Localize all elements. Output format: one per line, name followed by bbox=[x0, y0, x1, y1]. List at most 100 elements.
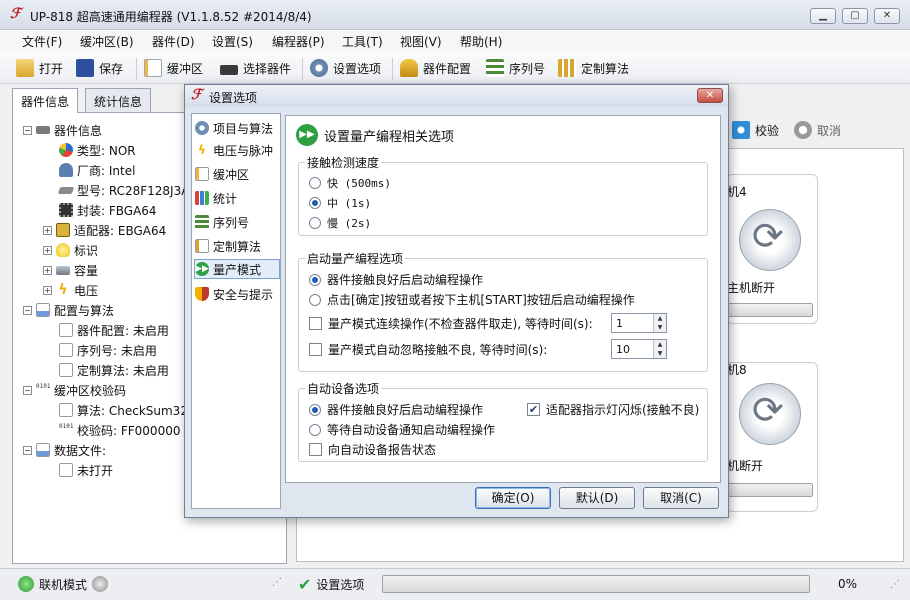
expand-icon[interactable]: + bbox=[43, 245, 52, 255]
custom-algorithm-button[interactable]: 定制算法 bbox=[558, 58, 629, 78]
tree-node-device-config[interactable]: 器件配置: 未启用 bbox=[59, 321, 169, 339]
tree-node-checksum[interactable]: − 0101 缓冲区校验码 bbox=[23, 381, 126, 399]
radio-slow[interactable]: 慢 (2s) bbox=[309, 215, 371, 231]
nav-item-mass-production[interactable]: ▶▶ 量产模式 bbox=[194, 259, 280, 279]
expand-icon[interactable]: + bbox=[43, 265, 52, 275]
default-button[interactable]: 默认(D) bbox=[559, 487, 635, 509]
tree-node-custom-algo[interactable]: 定制算法: 未启用 bbox=[59, 361, 169, 379]
radio-button[interactable] bbox=[309, 177, 321, 189]
nav-item-statistics[interactable]: 统计 bbox=[195, 188, 279, 208]
nav-item-custom-algorithm[interactable]: 定制算法 bbox=[195, 236, 279, 256]
radio-button[interactable] bbox=[309, 423, 321, 436]
document-icon bbox=[59, 363, 73, 377]
resize-grip-icon[interactable]: ⋰ bbox=[272, 577, 282, 588]
tree-node-algorithm[interactable]: 算法: CheckSum32 bbox=[59, 401, 188, 419]
nav-item-voltage-pulse[interactable]: ϟ 电压与脉冲 bbox=[195, 140, 279, 160]
nav-item-serial-number[interactable]: 序列号 bbox=[195, 212, 279, 232]
checkbox-continuous[interactable]: 量产模式连续操作(不检查器件取走), 等待时间(s): bbox=[309, 315, 593, 332]
wait-time-input-2[interactable]: 10 ▲ ▼ bbox=[611, 339, 667, 359]
tree-node-voltage[interactable]: + ϟ 电压 bbox=[43, 281, 98, 299]
spin-arrows[interactable]: ▲ ▼ bbox=[653, 314, 666, 332]
expand-icon[interactable]: + bbox=[43, 285, 52, 295]
tree-node-device-info[interactable]: − 器件信息 bbox=[23, 121, 102, 139]
tree-node-config-algo[interactable]: − 配置与算法 bbox=[23, 301, 114, 319]
tree-node-adapter[interactable]: + 适配器: EBGA64 bbox=[43, 221, 166, 239]
menu-view[interactable]: 视图(V) bbox=[400, 33, 442, 50]
menu-device[interactable]: 器件(D) bbox=[152, 33, 195, 50]
menu-settings[interactable]: 设置(S) bbox=[212, 33, 253, 50]
wait-time-input-1[interactable]: 1 ▲ ▼ bbox=[611, 313, 667, 333]
tree-label: 容量 bbox=[74, 263, 99, 278]
serial-number-button[interactable]: 序列号 bbox=[486, 58, 545, 78]
tree-node-vendor[interactable]: 厂商: Intel bbox=[59, 161, 135, 179]
checkbox-adapter-led-blink[interactable]: ✔ 适配器指示灯闪烁(接触不良) bbox=[527, 401, 699, 418]
spin-arrows[interactable]: ▲ ▼ bbox=[653, 340, 666, 358]
open-button[interactable]: 打开 bbox=[16, 58, 63, 78]
tree-label: 适配器: EBGA64 bbox=[74, 223, 167, 238]
settings-button[interactable]: 设置选项 bbox=[310, 58, 381, 78]
nav-item-security-tips[interactable]: 安全与提示 bbox=[195, 284, 279, 304]
radio-button[interactable] bbox=[309, 293, 321, 306]
menu-help[interactable]: 帮助(H) bbox=[460, 33, 502, 50]
document-icon bbox=[59, 343, 73, 357]
collapse-icon[interactable]: − bbox=[23, 385, 32, 395]
tab-statistics[interactable]: 统计信息 bbox=[85, 88, 152, 112]
menu-buffer[interactable]: 缓冲区(B) bbox=[80, 33, 134, 50]
menu-file[interactable]: 文件(F) bbox=[22, 33, 62, 50]
tree-label: 厂商: Intel bbox=[77, 163, 136, 178]
minimize-button[interactable]: ▁ bbox=[810, 8, 836, 24]
buffer-button[interactable]: 缓冲区 bbox=[144, 58, 203, 78]
ok-button[interactable]: 确定(O) bbox=[475, 487, 551, 509]
maximize-button[interactable]: ▢ bbox=[842, 8, 868, 24]
checkbox[interactable] bbox=[309, 443, 322, 456]
close-button[interactable]: ✕ bbox=[874, 8, 900, 24]
radio-fast[interactable]: 快 (500ms) bbox=[309, 175, 391, 191]
tree-node-package[interactable]: 封装: FBGA64 bbox=[59, 201, 157, 219]
tab-device-info[interactable]: 器件信息 bbox=[12, 88, 79, 113]
tree-node-capacity[interactable]: + 容量 bbox=[43, 261, 98, 279]
tree-label: 配置与算法 bbox=[54, 303, 115, 318]
nav-item-buffer[interactable]: 缓冲区 bbox=[195, 164, 279, 184]
radio-label: 器件接触良好后启动编程操作 bbox=[327, 273, 484, 287]
chip-icon bbox=[57, 186, 75, 194]
checkbox-report-status[interactable]: 向自动设备报告状态 bbox=[309, 441, 436, 458]
device-config-button[interactable]: 器件配置 bbox=[400, 58, 471, 78]
lock-icon bbox=[400, 59, 418, 77]
verify-button[interactable]: 校验 bbox=[732, 120, 779, 140]
resize-grip-icon[interactable]: ⋰ bbox=[890, 579, 900, 590]
nav-item-project-algorithm[interactable]: 项目与算法 bbox=[195, 118, 279, 138]
tree-node-model[interactable]: 型号: RC28F128J3A bbox=[57, 181, 189, 199]
tree-node-type[interactable]: 类型: NOR bbox=[59, 141, 136, 159]
radio-start-on-button[interactable]: 点击[确定]按钮或者按下主机[START]按钮后启动编程操作 bbox=[309, 291, 635, 308]
checkbox[interactable] bbox=[309, 317, 322, 330]
cancel-site-button[interactable]: 取消 bbox=[794, 120, 841, 140]
menu-programmer[interactable]: 编程器(P) bbox=[272, 33, 325, 50]
expand-icon[interactable]: + bbox=[43, 225, 52, 235]
tree-node-serial[interactable]: 序列号: 未启用 bbox=[59, 341, 157, 359]
save-button[interactable]: 保存 bbox=[76, 58, 123, 78]
radio-button[interactable] bbox=[309, 217, 321, 229]
radio-button[interactable] bbox=[309, 197, 321, 209]
tree-node-mark[interactable]: + 标识 bbox=[43, 241, 98, 259]
tree-node-not-open[interactable]: 未打开 bbox=[59, 461, 113, 479]
checkbox[interactable]: ✔ bbox=[527, 403, 540, 416]
collapse-icon[interactable]: − bbox=[23, 125, 32, 135]
radio-button[interactable] bbox=[309, 403, 321, 416]
checkbox[interactable] bbox=[309, 343, 322, 356]
checkbox-label: 量产模式连续操作(不检查器件取走), 等待时间(s): bbox=[328, 317, 593, 331]
collapse-icon[interactable]: − bbox=[23, 305, 32, 315]
radio-medium[interactable]: 中 (1s) bbox=[309, 195, 371, 211]
collapse-icon[interactable]: − bbox=[23, 445, 32, 455]
checkbox-ignore-poor-contact[interactable]: 量产模式自动忽略接触不良, 等待时间(s): bbox=[309, 341, 547, 358]
tree-node-data-file[interactable]: − 数据文件: bbox=[23, 441, 106, 459]
nav-label: 序列号 bbox=[213, 215, 250, 230]
select-device-button[interactable]: 选择器件 bbox=[220, 58, 291, 78]
dialog-close-button[interactable]: ✕ bbox=[697, 88, 723, 103]
radio-wait-auto-device[interactable]: 等待自动设备通知启动编程操作 bbox=[309, 421, 495, 438]
tree-node-check-code[interactable]: 0101 校验码: FF000000 bbox=[59, 421, 180, 439]
menu-tools[interactable]: 工具(T) bbox=[342, 33, 383, 50]
cancel-button[interactable]: 取消(C) bbox=[643, 487, 719, 509]
radio-auto-start-on-contact[interactable]: 器件接触良好后启动编程操作 bbox=[309, 401, 483, 418]
radio-button[interactable] bbox=[309, 273, 321, 286]
radio-start-on-contact[interactable]: 器件接触良好后启动编程操作 bbox=[309, 271, 483, 288]
